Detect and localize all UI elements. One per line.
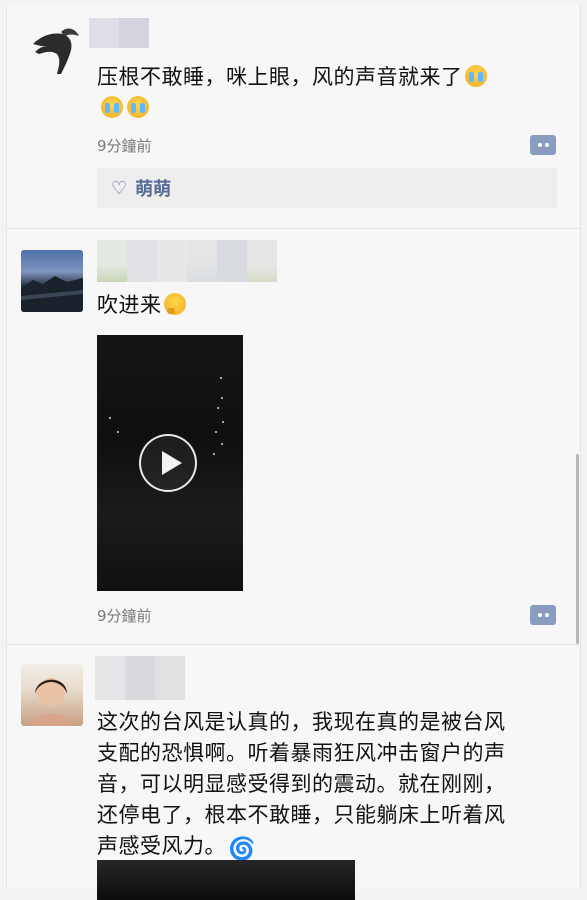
avatar[interactable] — [21, 664, 83, 726]
divider — [7, 228, 580, 229]
user-name-blurred[interactable] — [97, 240, 277, 282]
thinking-face-icon — [163, 293, 186, 315]
portrait-avatar-icon — [31, 678, 73, 726]
post-text: 这次的台风是认真的，我现在真的是被台风 支配的恐惧啊。听着暴雨狂风冲击窗户的声 … — [97, 707, 567, 862]
play-icon[interactable] — [139, 434, 197, 492]
divider — [7, 644, 580, 645]
cyclone-icon: 🌀 — [228, 837, 256, 862]
loudly-crying-face-icon — [127, 96, 149, 118]
video-thumbnail[interactable] — [97, 335, 243, 591]
user-name-blurred[interactable] — [89, 18, 149, 48]
post-text-line: 这次的台风是认真的，我现在真的是被台风 — [97, 710, 506, 734]
moments-feed: 压根不敢睡，咪上眼，风的声音就来了 9分鐘前 ♡ 萌萌 吹进来 9分鐘前 这次的… — [6, 4, 581, 900]
post-text-line: 还停电了，根本不敢睡，只能躺床上听着风 — [97, 803, 506, 827]
loudly-crying-face-icon — [101, 96, 123, 118]
post-text-line: 支配的恐惧啊。听着暴雨狂风冲击窗户的声 — [97, 741, 506, 765]
post-text: 吹进来 — [97, 290, 188, 321]
liked-by-name[interactable]: 萌萌 — [135, 175, 171, 201]
comment-more-button[interactable] — [530, 135, 556, 155]
horse-avatar-icon — [33, 28, 79, 74]
post-text-line: 声感受风力。 — [97, 834, 226, 858]
comment-more-button[interactable] — [530, 605, 556, 625]
post-text-line: 音，可以明显感受得到的震动。就在刚刚， — [97, 772, 506, 796]
loudly-crying-face-icon — [464, 65, 487, 87]
avatar[interactable] — [21, 250, 83, 312]
post-text: 压根不敢睡，咪上眼，风的声音就来了 — [97, 62, 557, 124]
post-text-content: 吹进来 — [97, 293, 162, 317]
user-name-blurred[interactable] — [95, 656, 185, 700]
heart-icon: ♡ — [111, 177, 128, 199]
avatar[interactable] — [21, 18, 83, 80]
video-thumbnail[interactable] — [97, 860, 355, 900]
scrollbar[interactable] — [576, 454, 579, 644]
post-time: 9分鐘前 — [97, 607, 152, 625]
post-time: 9分鐘前 — [97, 137, 152, 155]
post-text-content: 压根不敢睡，咪上眼，风的声音就来了 — [97, 65, 463, 89]
landscape-avatar-icon — [21, 276, 83, 312]
likes-bar: ♡ 萌萌 — [97, 168, 557, 208]
